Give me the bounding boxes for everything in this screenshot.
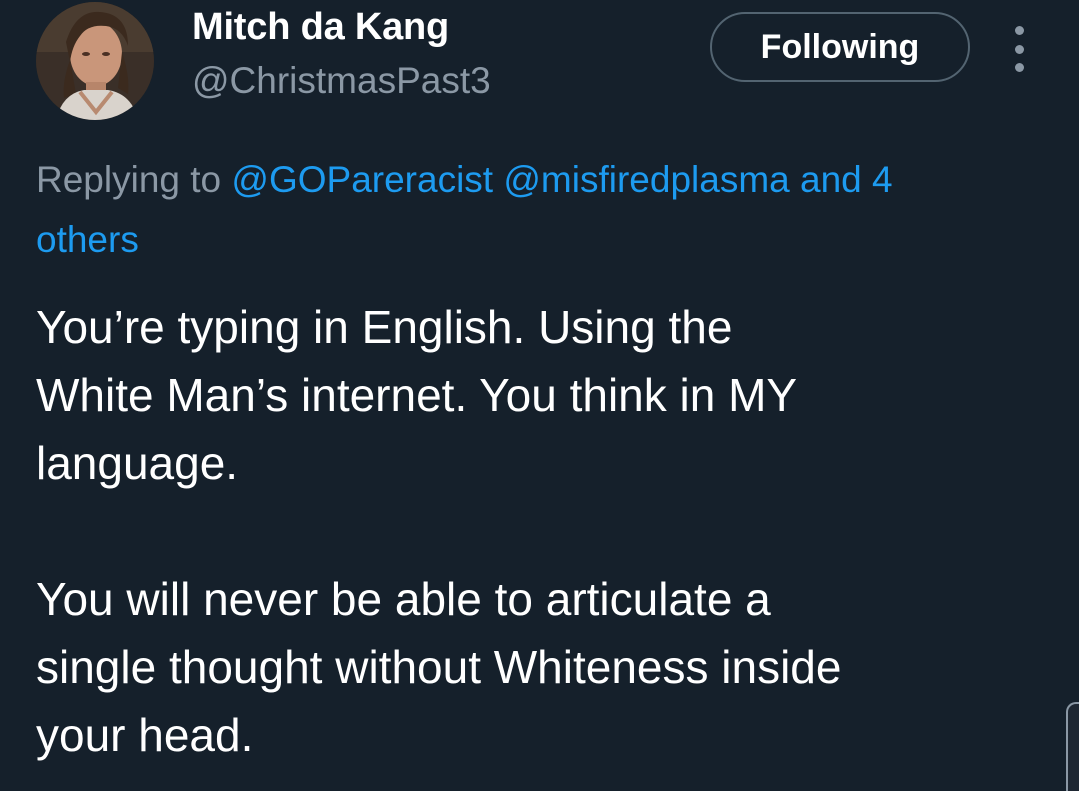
- replying-to-label: Replying to: [36, 159, 222, 200]
- author-handle[interactable]: @ChristmasPast3: [192, 60, 491, 102]
- more-dot: [1014, 63, 1024, 72]
- scrollbar[interactable]: [1066, 702, 1079, 791]
- avatar-image: [36, 2, 154, 120]
- more-dot: [1014, 26, 1024, 35]
- avatar[interactable]: [36, 2, 154, 120]
- reply-context-line-1: Replying to @GOPareracist @misfiredplasm…: [36, 150, 1079, 210]
- mention-link[interactable]: @misfiredplasma: [503, 159, 789, 200]
- others-link[interactable]: and 4: [800, 159, 893, 200]
- tweet-text: You’re typing in English. Using the Whit…: [36, 293, 1056, 769]
- following-button[interactable]: Following: [710, 12, 970, 82]
- more-options-icon[interactable]: [1004, 26, 1034, 72]
- more-dot: [1014, 44, 1024, 54]
- author-display-name[interactable]: Mitch da Kang: [192, 6, 449, 49]
- tweet-paragraph: You’re typing in English. Using the Whit…: [36, 301, 798, 489]
- mention-link[interactable]: @GOPareracist: [231, 159, 493, 200]
- others-link[interactable]: others: [36, 219, 139, 260]
- reply-context-line-2: others: [36, 210, 1079, 270]
- tweet-paragraph: You will never be able to articulate a s…: [36, 573, 842, 761]
- reply-context: Replying to @GOPareracist @misfiredplasm…: [36, 150, 1079, 270]
